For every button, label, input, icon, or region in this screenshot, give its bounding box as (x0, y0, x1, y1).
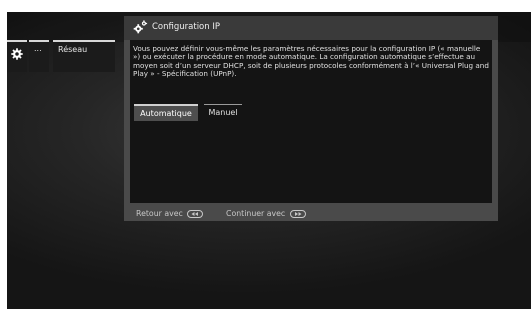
sidebar-item-more-label: ... (34, 44, 42, 53)
sidebar-item-settings[interactable] (7, 40, 27, 72)
back-hint-label: Retour avec (136, 209, 183, 218)
rewind-button-icon (187, 210, 204, 218)
sidebar-item-network[interactable]: Réseau (53, 40, 115, 72)
dialog-body: Vous pouvez définir vous-même les paramè… (130, 40, 492, 203)
fast-forward-button-icon (289, 210, 306, 218)
dialog-footer: Retour avec Continuer avec (124, 203, 498, 221)
dialog-description: Vous pouvez définir vous-même les paramè… (133, 44, 489, 79)
continue-hint-label: Continuer avec (226, 209, 286, 218)
tab-automatic[interactable]: Automatique (134, 104, 198, 121)
sidebar-item-network-label: Réseau (58, 45, 88, 54)
back-hint[interactable]: Retour avec (136, 209, 204, 218)
gear-icon (11, 48, 23, 60)
sidebar-item-more[interactable]: ... (29, 40, 49, 72)
tv-screen: ... Réseau Configuration IP Vous pouvez … (7, 12, 531, 309)
tab-manual[interactable]: Manuel (204, 104, 242, 120)
ip-config-dialog: Configuration IP Vous pouvez définir vou… (124, 16, 498, 221)
gears-icon (133, 20, 148, 34)
dialog-header: Configuration IP (124, 16, 498, 40)
dialog-title: Configuration IP (152, 22, 220, 32)
continue-hint[interactable]: Continuer avec (226, 209, 306, 218)
